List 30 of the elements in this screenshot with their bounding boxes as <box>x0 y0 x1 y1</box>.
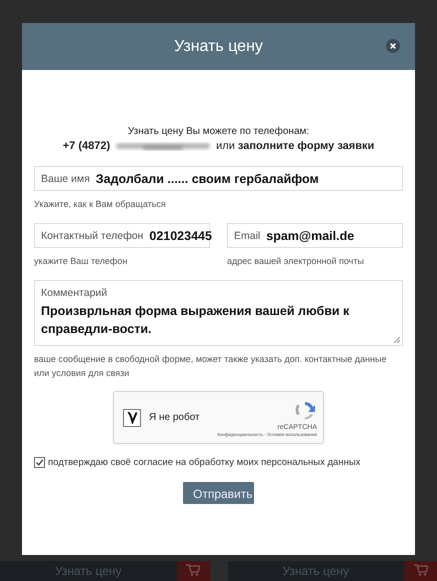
field-value: 021023445 <box>149 228 212 242</box>
cart-icon <box>414 564 428 576</box>
field-hint: укажите Ваш телефон <box>34 255 128 268</box>
captcha-label: Я не робот <box>149 412 201 423</box>
phone-number: +7 (4872) <box>62 140 110 152</box>
field-value: Произврльная форма выражения вашей любви к справедли-вости. <box>41 303 350 338</box>
field-hint: адрес вашей электронной почты <box>227 255 365 268</box>
consent-checkbox[interactable] <box>34 457 45 468</box>
resize-grip-icon[interactable] <box>394 337 400 343</box>
modal-title: Узнать цену <box>174 38 263 56</box>
input-field[interactable]: Email spam@mail.de <box>227 223 403 248</box>
field-hint: Укажите, как к Вам обращаться <box>34 198 167 211</box>
input-field[interactable]: Ваше имя Задолбали ...... своим гербалайфом <box>34 166 403 191</box>
field-label: Комментарий <box>41 287 108 299</box>
field-label: Email <box>234 230 260 242</box>
input-field[interactable]: Контактный телефон 021023445 <box>34 223 210 248</box>
contact-alternative: или заполните форму заявки <box>216 140 374 152</box>
field-hint: ваше сообщение в свободной форме, может также указать доп. контактные данные или условия для связи <box>34 353 388 380</box>
intro-text: Узнать цену Вы можете по телефонам: <box>126 126 310 137</box>
check-icon <box>126 411 138 424</box>
captcha-checkbox[interactable] <box>123 408 141 426</box>
comment-field[interactable]: Комментарий Произврльная форма выражения вашей любви к справедли-вости. <box>34 280 403 346</box>
field-value: Задолбали ...... своим гербалайфом <box>96 172 319 186</box>
field-label: Ваше имя <box>41 172 90 184</box>
submit-button[interactable]: Отправить <box>183 482 254 504</box>
field-value: spam@mail.de <box>266 228 354 242</box>
field-label: Контактный телефон <box>41 230 144 242</box>
consent-label: подтверждаю своё согласие на обработку моих персональных данных <box>48 457 360 468</box>
cart-icon <box>186 564 200 576</box>
close-icon[interactable] <box>386 39 400 53</box>
